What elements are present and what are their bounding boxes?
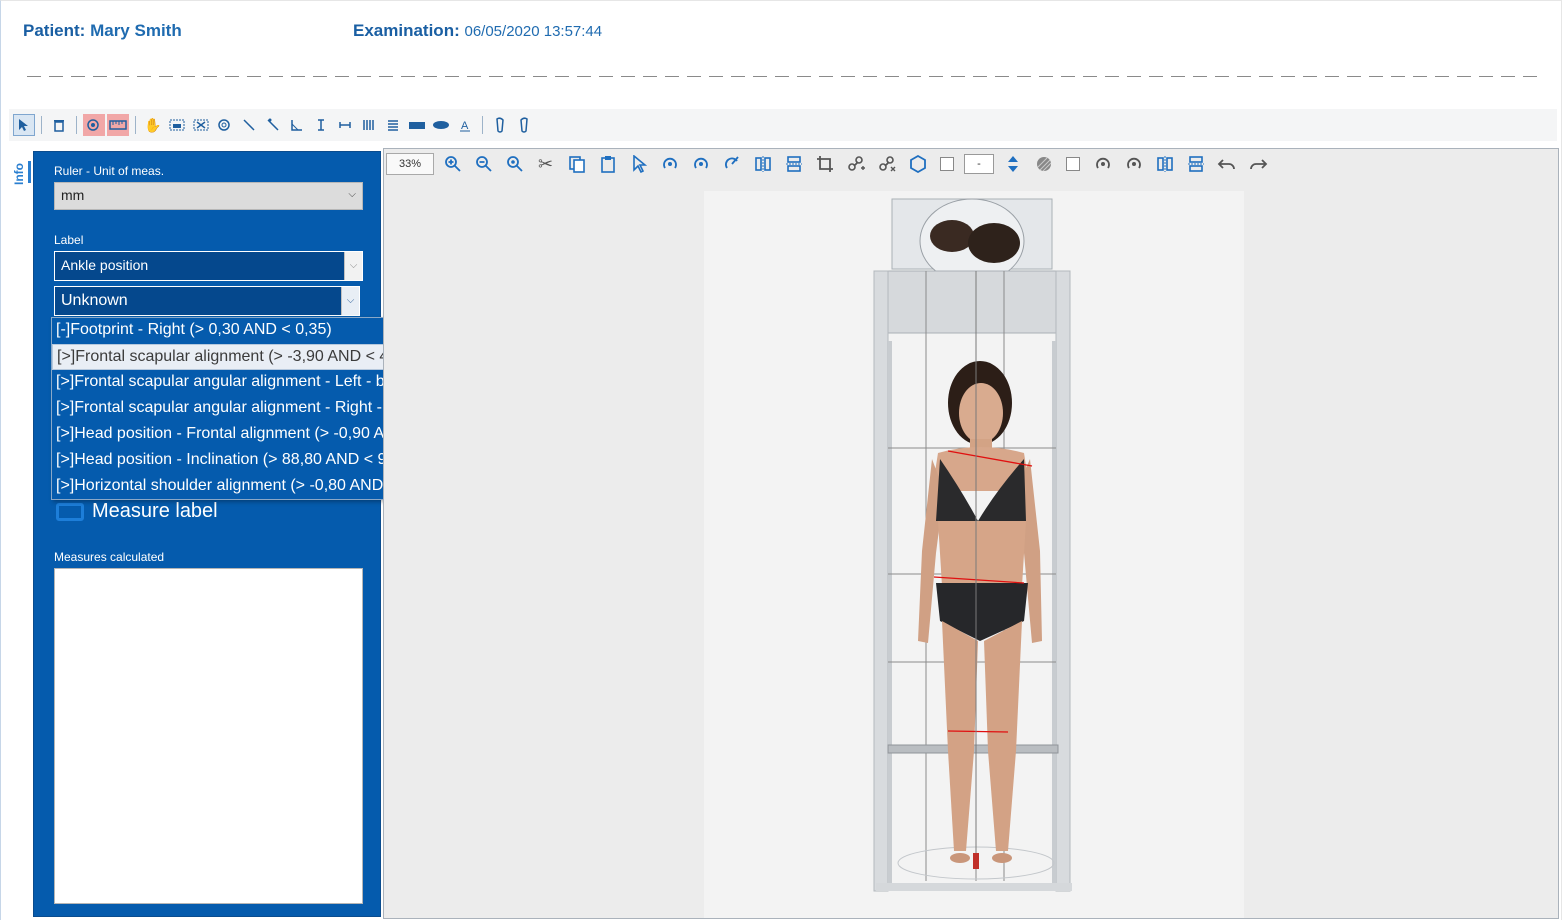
viewer-toolbar: 33% ✂ -	[384, 149, 1558, 179]
examination-datetime: 06/05/2020 13:57:44	[464, 23, 603, 40]
zoom-fit-icon[interactable]	[502, 152, 527, 176]
vertical-grid-icon[interactable]	[358, 114, 380, 136]
link-remove-icon[interactable]	[874, 152, 899, 176]
flip-vertical-icon[interactable]	[781, 152, 806, 176]
svg-text:A: A	[461, 120, 469, 132]
link-add-icon[interactable]	[843, 152, 868, 176]
patient-name: Mary Smith	[90, 21, 182, 40]
app-window: Patient: Mary Smith Examination: 06/05/2…	[0, 0, 1562, 920]
undo-icon[interactable]	[1214, 152, 1239, 176]
tab-info-label: Info	[12, 163, 26, 185]
label-combobox[interactable]: Ankle position ⌵	[54, 251, 363, 281]
ruler-icon[interactable]	[107, 114, 129, 136]
rotate-right-gray-icon[interactable]	[1121, 152, 1146, 176]
examination-header: Examination: 06/05/2020 13:57:44	[353, 21, 602, 41]
horizontal-grid-icon[interactable]	[382, 114, 404, 136]
left-foot-icon[interactable]	[489, 114, 511, 136]
pointer-icon[interactable]	[626, 152, 651, 176]
measures-calculated-list[interactable]	[54, 568, 363, 904]
toolbar-separator	[482, 116, 483, 134]
patient-photo[interactable]	[704, 191, 1244, 918]
delete-icon[interactable]	[48, 114, 70, 136]
image-select-icon[interactable]	[166, 114, 188, 136]
crop-icon[interactable]	[812, 152, 837, 176]
ruler-unit-select[interactable]: mm ⌵	[54, 182, 363, 210]
hexagon-icon[interactable]	[905, 152, 930, 176]
mirror-vertical-icon[interactable]	[1183, 152, 1208, 176]
rotate-left-gray-icon[interactable]	[1090, 152, 1115, 176]
measure-label-text: Measure label	[92, 500, 218, 522]
line-width-input[interactable]: -	[964, 154, 994, 174]
zoom-out-icon[interactable]	[471, 152, 496, 176]
toolbar-separator	[135, 116, 136, 134]
clear-selection-icon[interactable]	[190, 114, 212, 136]
zoom-region-icon[interactable]	[214, 114, 236, 136]
horizontal-line-icon[interactable]	[334, 114, 356, 136]
rotate-free-icon[interactable]	[719, 152, 744, 176]
chevron-down-icon[interactable]: ⌵	[344, 252, 362, 280]
point-line-icon[interactable]	[262, 114, 284, 136]
ruler-unit-label: Ruler - Unit of meas.	[54, 164, 165, 178]
select-pointer-icon[interactable]	[13, 114, 35, 136]
patient-label: Patient:	[23, 21, 86, 40]
hatch-fill-icon[interactable]	[1031, 152, 1056, 176]
zoom-level[interactable]: 33%	[386, 153, 434, 175]
rectangle-icon[interactable]	[406, 114, 428, 136]
zoom-in-icon[interactable]	[440, 152, 465, 176]
mirror-horizontal-icon[interactable]	[1152, 152, 1177, 176]
posture-image	[704, 191, 1244, 918]
patient-header: Patient: Mary Smith	[23, 21, 182, 41]
redo-icon[interactable]	[1245, 152, 1270, 176]
ruler-unit-value: mm	[61, 187, 85, 203]
rotate-right-icon[interactable]	[688, 152, 713, 176]
cut-icon[interactable]: ✂	[533, 152, 558, 176]
line-icon[interactable]	[238, 114, 260, 136]
info-panel: Ruler - Unit of meas. mm ⌵ Label Ankle p…	[33, 151, 381, 917]
right-foot-icon[interactable]	[513, 114, 535, 136]
measures-calculated-label: Measures calculated	[54, 550, 165, 564]
paste-icon[interactable]	[595, 152, 620, 176]
toolbar-separator	[76, 116, 77, 134]
toolbar-separator	[41, 116, 42, 134]
copy-icon[interactable]	[564, 152, 589, 176]
up-down-stepper-icon[interactable]	[1000, 152, 1025, 176]
measure-tape-icon[interactable]	[83, 114, 105, 136]
angle-icon[interactable]	[286, 114, 308, 136]
header-divider	[27, 76, 1543, 77]
label-combobox-value: Ankle position	[61, 257, 149, 273]
chevron-down-icon[interactable]: ⌵	[341, 287, 359, 315]
hand-pan-icon[interactable]: ✋	[142, 114, 164, 136]
measurement-toolbar: ✋ A	[9, 109, 1557, 141]
tab-info[interactable]: Info	[9, 151, 31, 191]
label-field-label: Label	[54, 233, 84, 247]
measure-label-button[interactable]: Measure label	[56, 500, 218, 523]
ellipse-icon[interactable]	[430, 114, 452, 136]
checkbox-fill[interactable]	[1066, 157, 1080, 171]
vertical-line-icon[interactable]	[310, 114, 332, 136]
flip-horizontal-icon[interactable]	[750, 152, 775, 176]
examination-label: Examination:	[353, 21, 460, 40]
text-tool-icon[interactable]: A	[454, 114, 476, 136]
measure-combobox-value: Unknown	[61, 292, 128, 309]
tab-info-indicator	[28, 161, 31, 183]
rotate-left-icon[interactable]	[657, 152, 682, 176]
chevron-down-icon: ⌵	[348, 189, 356, 200]
measure-combobox[interactable]: Unknown ⌵	[54, 286, 360, 316]
color-swatch[interactable]	[940, 157, 954, 171]
image-viewer: 33% ✂ -	[383, 148, 1559, 919]
label-tag-icon	[56, 502, 84, 521]
